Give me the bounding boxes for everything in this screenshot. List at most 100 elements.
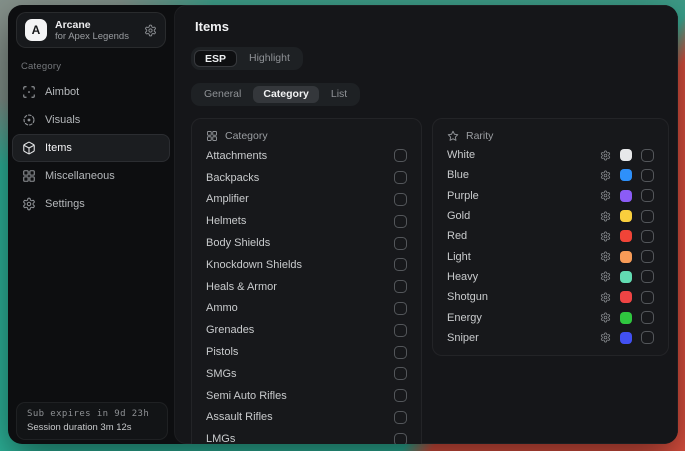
page-title: Items	[195, 19, 229, 34]
rarity-row-label: White	[447, 149, 600, 161]
rarity-color-swatch-purple[interactable]	[620, 190, 632, 202]
rarity-row-label: Energy	[447, 312, 600, 324]
category-checkbox-ammo[interactable]	[394, 302, 407, 315]
category-checkbox-semi-auto-rifles[interactable]	[394, 389, 407, 402]
sub-expires-text: Sub expires in 9d 23h	[27, 409, 157, 419]
category-panel-title: Category	[225, 130, 268, 142]
sidebar-item-settings[interactable]: Settings	[12, 190, 170, 218]
category-checkbox-smgs[interactable]	[394, 367, 407, 380]
rarity-color-swatch-red[interactable]	[620, 230, 632, 242]
rarity-checkbox-red[interactable]	[641, 230, 654, 243]
rarity-panel-title: Rarity	[466, 130, 493, 142]
category-checkbox-grenades[interactable]	[394, 324, 407, 337]
rarity-settings-gear-icon[interactable]	[600, 312, 611, 323]
category-row-label: Pistols	[206, 346, 238, 358]
app-title-block: Arcane for Apex Legends	[55, 19, 129, 42]
rarity-row-sniper: Sniper	[433, 328, 668, 348]
gear-icon	[22, 197, 36, 211]
rarity-color-swatch-light[interactable]	[620, 251, 632, 263]
main-content: Items ESPHighlight GeneralCategoryList C…	[174, 5, 678, 444]
sidebar-nav: Aimbot Visuals Items Miscellaneous Settings	[12, 78, 170, 218]
category-checkbox-amplifier[interactable]	[394, 193, 407, 206]
category-checkbox-body-shields[interactable]	[394, 237, 407, 250]
category-row-label: Ammo	[206, 302, 238, 314]
rarity-settings-gear-icon[interactable]	[600, 271, 611, 282]
rarity-row-label: Red	[447, 230, 600, 242]
rarity-checkbox-sniper[interactable]	[641, 331, 654, 344]
mode-toggle-option-highlight[interactable]: Highlight	[239, 50, 300, 67]
rarity-row-blue: Blue	[433, 165, 668, 185]
rarity-settings-gear-icon[interactable]	[600, 150, 611, 161]
rarity-color-swatch-heavy[interactable]	[620, 271, 632, 283]
rarity-row-purple: Purple	[433, 186, 668, 206]
app-window: A Arcane for Apex Legends Category Aimbo…	[8, 5, 678, 444]
subscription-info-card: Sub expires in 9d 23h Session duration 3…	[16, 402, 168, 440]
sidebar-item-items[interactable]: Items	[12, 134, 170, 162]
rarity-checkbox-energy[interactable]	[641, 311, 654, 324]
category-checkbox-knockdown-shields[interactable]	[394, 258, 407, 271]
category-checkbox-backpacks[interactable]	[394, 171, 407, 184]
category-row-amplifier: Amplifier	[192, 189, 421, 211]
rarity-checkbox-gold[interactable]	[641, 210, 654, 223]
rarity-checkbox-light[interactable]	[641, 250, 654, 263]
category-row-label: SMGs	[206, 368, 237, 380]
sidebar-item-label: Miscellaneous	[45, 170, 115, 182]
sidebar-item-label: Items	[45, 142, 72, 154]
category-row-grenades: Grenades	[192, 319, 421, 341]
rarity-rows: White Blue PurpleGold Red Light Heavy Shotgun E…	[433, 145, 668, 348]
category-panel: Category AttachmentsBackpacksAmplifierHe…	[191, 118, 422, 444]
rarity-settings-gear-icon[interactable]	[600, 190, 611, 201]
rarity-color-swatch-shotgun[interactable]	[620, 291, 632, 303]
rarity-settings-gear-icon[interactable]	[600, 292, 611, 303]
view-tabs: GeneralCategoryList	[191, 83, 360, 106]
box-icon	[22, 141, 36, 155]
tabs-option-general[interactable]: General	[194, 86, 251, 103]
app-settings-gear-icon[interactable]	[144, 24, 157, 37]
rarity-settings-gear-icon[interactable]	[600, 211, 611, 222]
rarity-settings-gear-icon[interactable]	[600, 251, 611, 262]
rarity-color-swatch-white[interactable]	[620, 149, 632, 161]
panels-row: Category AttachmentsBackpacksAmplifierHe…	[191, 118, 669, 444]
category-row-label: Assault Rifles	[206, 411, 273, 423]
rarity-settings-gear-icon[interactable]	[600, 231, 611, 242]
rarity-row-gold: Gold	[433, 206, 668, 226]
category-checkbox-attachments[interactable]	[394, 149, 407, 162]
rarity-settings-gear-icon[interactable]	[600, 332, 611, 343]
category-rows: AttachmentsBackpacksAmplifierHelmetsBody…	[192, 145, 421, 444]
category-row-assault-rifles: Assault Rifles	[192, 407, 421, 429]
rarity-color-swatch-energy[interactable]	[620, 312, 632, 324]
tabs-option-category[interactable]: Category	[253, 86, 319, 103]
category-checkbox-pistols[interactable]	[394, 346, 407, 359]
rarity-row-white: White	[433, 145, 668, 165]
tabs-option-list[interactable]: List	[321, 86, 357, 103]
category-checkbox-helmets[interactable]	[394, 215, 407, 228]
rarity-color-swatch-sniper[interactable]	[620, 332, 632, 344]
rarity-checkbox-heavy[interactable]	[641, 270, 654, 283]
rarity-color-swatch-gold[interactable]	[620, 210, 632, 222]
rarity-checkbox-blue[interactable]	[641, 169, 654, 182]
rarity-checkbox-shotgun[interactable]	[641, 291, 654, 304]
rarity-checkbox-white[interactable]	[641, 149, 654, 162]
rarity-color-swatch-blue[interactable]	[620, 169, 632, 181]
category-checkbox-lmgs[interactable]	[394, 433, 407, 444]
rarity-settings-gear-icon[interactable]	[600, 170, 611, 181]
rarity-row-shotgun: Shotgun	[433, 287, 668, 307]
sidebar-item-aimbot[interactable]: Aimbot	[12, 78, 170, 106]
category-row-label: Grenades	[206, 324, 254, 336]
rarity-panel: Rarity White Blue PurpleGold Red Light Heavy S…	[432, 118, 669, 356]
category-row-label: Knockdown Shields	[206, 259, 302, 271]
category-checkbox-assault-rifles[interactable]	[394, 411, 407, 424]
category-row-attachments: Attachments	[192, 145, 421, 167]
category-row-ammo: Ammo	[192, 298, 421, 320]
rarity-row-label: Blue	[447, 169, 600, 181]
category-checkbox-heals-armor[interactable]	[394, 280, 407, 293]
rarity-row-heavy: Heavy	[433, 267, 668, 287]
sidebar-item-visuals[interactable]: Visuals	[12, 106, 170, 134]
rarity-row-label: Heavy	[447, 271, 600, 283]
rarity-row-label: Light	[447, 251, 600, 263]
app-header-card: A Arcane for Apex Legends	[16, 12, 166, 48]
mode-toggle-option-esp[interactable]: ESP	[194, 50, 237, 67]
sidebar-item-miscellaneous[interactable]: Miscellaneous	[12, 162, 170, 190]
sidebar-item-label: Visuals	[45, 114, 80, 126]
rarity-checkbox-purple[interactable]	[641, 189, 654, 202]
